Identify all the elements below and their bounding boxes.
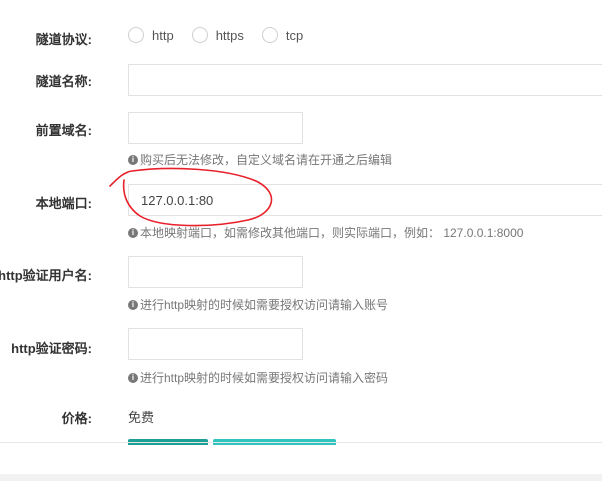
prefix-domain-hint-text: 购买后无法修改，自定义域名请在开通之后编辑: [140, 153, 393, 167]
radio-tcp[interactable]: tcp: [261, 27, 304, 43]
radio-circle-icon[interactable]: [191, 27, 208, 43]
radio-circle-icon[interactable]: [261, 27, 278, 43]
local-port-input[interactable]: 127.0.0.1:80: [128, 184, 602, 216]
prefix-domain-input[interactable]: [128, 112, 303, 144]
http-password-hint-text: 进行http映射的时候如需要授权访问请输入密码: [140, 371, 389, 385]
radio-https-label: https: [215, 27, 244, 43]
prefix-domain-hint: i 购买后无法修改，自定义域名请在开通之后编辑: [128, 151, 392, 168]
info-circle-icon: i: [128, 299, 138, 310]
http-password-hint: i 进行http映射的时候如需要授权访问请输入密码: [128, 369, 388, 386]
local-port-hint: i 本地映射端口，如需修改其他端口，则实际端口，例如： 127.0.0.1:80…: [128, 224, 523, 241]
http-user-hint: i 进行http映射的时候如需要授权访问请输入账号: [128, 296, 388, 313]
local-port-label: 本地端口:: [35, 196, 92, 211]
radio-circle-icon[interactable]: [128, 27, 144, 43]
http-user-input[interactable]: [128, 256, 303, 288]
footer-band: [0, 474, 602, 481]
divider: [0, 442, 602, 443]
radio-http-label: http: [152, 27, 174, 43]
tunnel-name-input[interactable]: [128, 64, 602, 96]
prefix-domain-label: 前置域名:: [35, 123, 92, 138]
info-circle-icon: i: [128, 227, 138, 238]
http-user-label: http验证用户名:: [0, 268, 92, 283]
http-password-input[interactable]: [128, 328, 303, 360]
info-circle-icon: i: [128, 372, 138, 383]
http-user-hint-text: 进行http映射的时候如需要授权访问请输入账号: [140, 298, 389, 312]
protocol-label: 隧道协议:: [35, 32, 92, 47]
info-circle-icon: i: [128, 154, 138, 165]
price-label: 价格:: [61, 411, 92, 426]
radio-https[interactable]: https: [191, 27, 244, 43]
tunnel-name-label: 隧道名称:: [35, 74, 92, 89]
radio-tcp-label: tcp: [285, 27, 304, 43]
radio-http[interactable]: http: [128, 27, 174, 43]
local-port-hint-text: 本地映射端口，如需修改其他端口，则实际端口，例如： 127.0.0.1:8000: [140, 226, 524, 240]
http-password-label: http验证密码:: [11, 341, 92, 356]
price-value: 免费: [128, 410, 155, 425]
protocol-radio-group: http https tcp: [128, 27, 321, 43]
local-port-value: 127.0.0.1:80: [141, 193, 214, 208]
